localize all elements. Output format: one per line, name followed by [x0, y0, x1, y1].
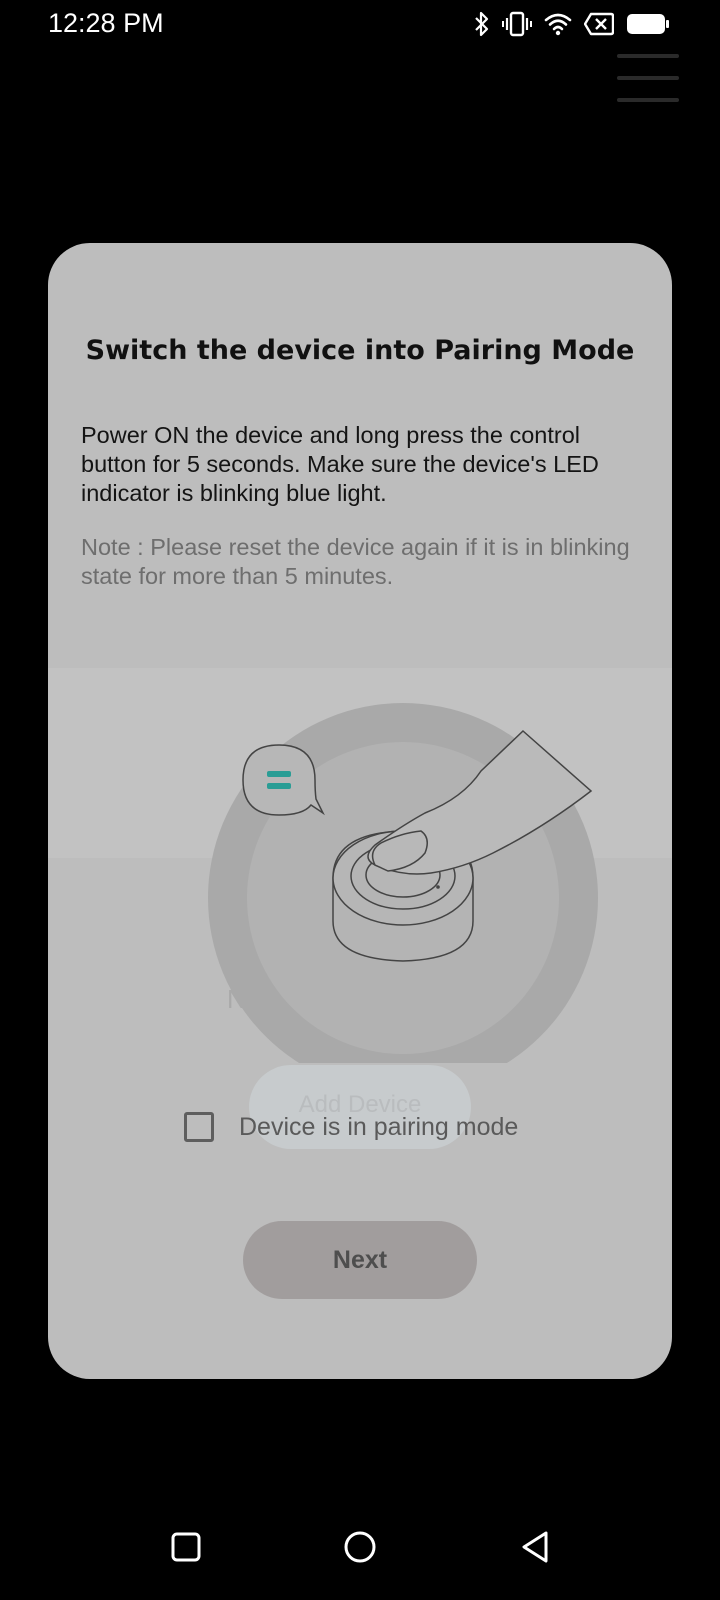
home-icon[interactable]	[335, 1522, 385, 1572]
bluetooth-icon	[474, 11, 490, 37]
pairing-illustration	[163, 663, 613, 1093]
dialog-note: Note : Please reset the device again if …	[81, 534, 630, 589]
pairing-mode-checkbox-label[interactable]: Device is in pairing mode	[239, 1113, 518, 1142]
dialog-instructions: Power ON the device and long press the c…	[81, 422, 599, 506]
vibrate-icon	[502, 11, 532, 37]
pairing-dialog: Switch the device into Pairing Mode Powe…	[48, 243, 672, 1379]
no-sim-icon	[584, 12, 614, 36]
wifi-icon	[544, 12, 572, 36]
status-time: 12:28 PM	[48, 8, 164, 38]
battery-icon	[626, 12, 670, 36]
screen: 12:28 PM Switch the device into Pairing …	[0, 0, 720, 1600]
next-button[interactable]: Next	[243, 1221, 477, 1299]
navigation-bar	[0, 1510, 720, 1600]
dialog-title: Switch the device into Pairing Mode	[85, 335, 635, 366]
menu-icon	[617, 54, 679, 104]
back-icon[interactable]	[510, 1522, 560, 1572]
status-bar: 12:28 PM	[0, 0, 720, 50]
pairing-mode-checkbox-row[interactable]: Device is in pairing mode	[184, 1107, 518, 1147]
status-icons	[474, 10, 670, 38]
pairing-mode-checkbox[interactable]	[184, 1112, 214, 1142]
recents-icon[interactable]	[161, 1522, 211, 1572]
